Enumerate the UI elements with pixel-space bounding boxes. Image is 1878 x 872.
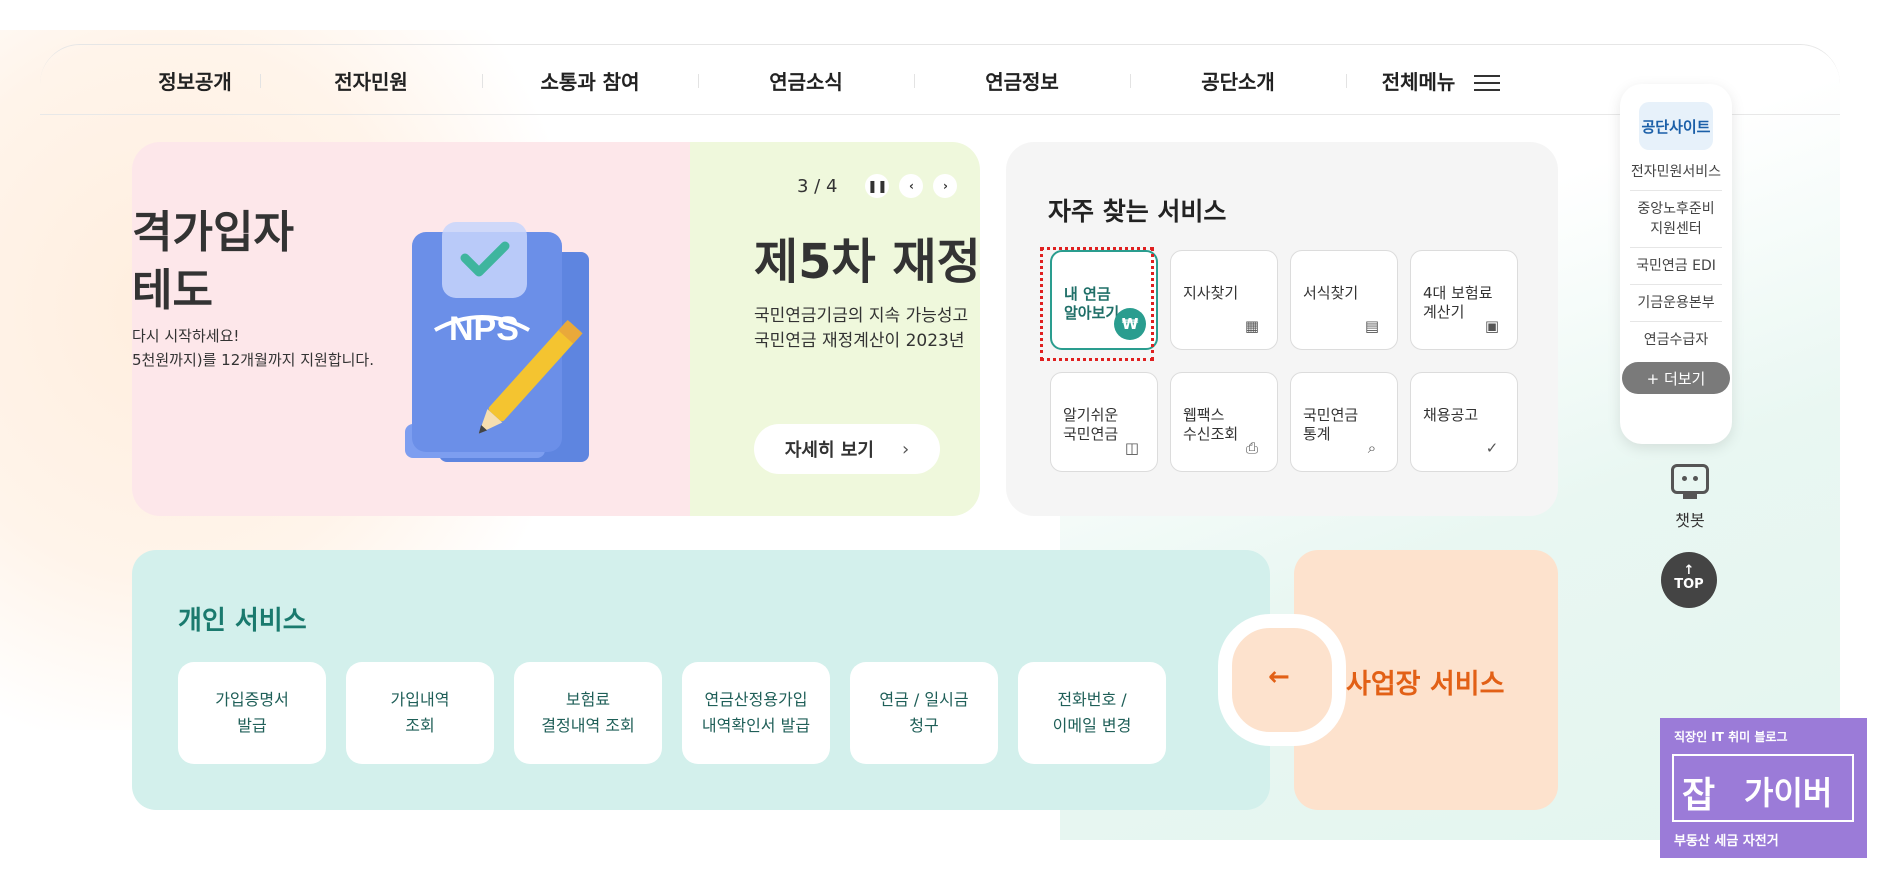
fav-card-label: 국민연금 통계 <box>1303 406 1359 443</box>
fav-card-recruitment[interactable]: 채용공고 ✓ <box>1410 372 1518 472</box>
slide-current-description: 국민연금기금의 지속 가능성고 국민연금 재정계산이 2023년 <box>754 306 969 351</box>
person-check-icon: ✓ <box>1485 438 1499 457</box>
quick-item-pensioner[interactable]: 연금수급자 <box>1630 322 1722 358</box>
prev-icon[interactable]: ‹ <box>899 174 924 198</box>
personal-service-history[interactable]: 가입내역 조회 <box>346 662 494 764</box>
view-details-label: 자세히 보기 <box>784 440 874 461</box>
personal-services-list: 가입증명서 발급 가입내역 조회 보험료 결정내역 조회 연금산정용가입 내역확… <box>178 662 1166 764</box>
blog-watermark-logo: 직장인 IT 취미 블로그 잡 가이버 부동산 세금 자전거 <box>1660 718 1867 858</box>
clipboard-icon: ▤ <box>1364 316 1380 335</box>
fav-card-insurance-calculator[interactable]: 4대 보험료 계산기 ▣ <box>1410 250 1518 350</box>
personal-service-certificate[interactable]: 가입증명서 발급 <box>178 662 326 764</box>
hamburger-icon <box>1474 73 1501 93</box>
chatbot-icon <box>1671 464 1709 494</box>
fav-card-find-forms[interactable]: 서식찾기 ▤ <box>1290 250 1398 350</box>
chatbot-label: 챗봇 <box>1675 511 1705 530</box>
watermark-box: 잡 가이버 <box>1672 754 1854 822</box>
quick-more-button[interactable]: + 더보기 <box>1622 362 1730 394</box>
next-icon[interactable]: › <box>933 174 958 198</box>
all-menu-label: 전체메뉴 <box>1381 69 1456 94</box>
chatbot-button[interactable]: 챗봇 <box>1650 464 1730 531</box>
document-icon: ◫ <box>1124 438 1140 457</box>
gnb-divider <box>40 114 1840 115</box>
slide-title: 격가입자 테도 <box>132 207 294 316</box>
slide-description: 다시 시작하세요! 5천원까지)를 12개월까지 지원합니다. <box>132 327 374 369</box>
quick-item-e-civil[interactable]: 전자민원서비스 <box>1630 154 1722 191</box>
personal-service-claim[interactable]: 연금 / 일시금 청구 <box>850 662 998 764</box>
chatbot-icon-stem <box>1683 494 1697 499</box>
pause-icon[interactable]: ❚❚ <box>865 174 890 198</box>
watermark-name: 가이버 <box>1744 774 1833 812</box>
quick-side-menu: 공단사이트 전자민원서비스 중앙노후준비 지원센터 국민연금 EDI 기금운용본… <box>1620 84 1732 444</box>
gnb-item-pension-info[interactable]: 연금정보 <box>914 66 1130 95</box>
personal-services-title: 개인 서비스 <box>178 606 307 636</box>
fav-card-webfax[interactable]: 웹팩스 수신조회 ⎙ <box>1170 372 1278 472</box>
gnb-item-info-disclosure[interactable]: 정보공개 <box>130 66 260 95</box>
favorite-services-title: 자주 찾는 서비스 <box>1048 197 1227 226</box>
personal-service-contact-change[interactable]: 전화번호 / 이메일 변경 <box>1018 662 1166 764</box>
fav-card-label: 웹팩스 수신조회 <box>1183 406 1239 443</box>
building-icon: ▦ <box>1244 316 1260 335</box>
nps-document-illustration: NPS <box>405 222 589 462</box>
gnb-item-communication[interactable]: 소통과 참여 <box>482 66 698 95</box>
scroll-top-label: TOP <box>1674 577 1704 592</box>
arrow-up-icon: ↑ <box>1683 563 1695 578</box>
view-details-button[interactable]: 자세히 보기 › <box>754 424 940 474</box>
fav-card-find-branch[interactable]: 지사찾기 ▦ <box>1170 250 1278 350</box>
arrow-left-icon: ← <box>1268 662 1290 692</box>
slide-current-title: 제5차 재정 <box>754 234 978 290</box>
fav-card-easy-pension[interactable]: 알기쉬운 국민연금 ◫ <box>1050 372 1158 472</box>
watermark-subtitle: 부동산 세금 자전거 <box>1674 834 1779 849</box>
personal-services-panel: 개인 서비스 가입증명서 발급 가입내역 조회 보험료 결정내역 조회 연금산정… <box>132 550 1270 810</box>
chevron-right-icon: › <box>901 438 910 460</box>
fav-card-statistics[interactable]: 국민연금 통계 ⌕ <box>1290 372 1398 472</box>
watermark-tagline: 직장인 IT 취미 블로그 <box>1674 730 1788 744</box>
fav-card-label: 알기쉬운 국민연금 <box>1063 406 1119 443</box>
quick-item-fund-management[interactable]: 기금운용본부 <box>1630 285 1722 322</box>
fav-card-label: 서식찾기 <box>1303 284 1359 302</box>
all-menu-button[interactable]: 전체메뉴 <box>1346 66 1536 95</box>
global-navigation: 정보공개 전자민원 소통과 참여 연금소식 연금정보 공단소개 전체메뉴 <box>130 58 1536 102</box>
quick-item-retirement-center[interactable]: 중앙노후준비 지원센터 <box>1630 191 1722 248</box>
scroll-top-button[interactable]: ↑ TOP <box>1661 552 1717 608</box>
personal-service-premium[interactable]: 보험료 결정내역 조회 <box>514 662 662 764</box>
fav-card-label: 채용공고 <box>1423 406 1479 424</box>
pager-count: 3 / 4 <box>797 175 838 197</box>
calculator-icon: ▣ <box>1484 316 1500 335</box>
fav-card-label: 지사찾기 <box>1183 284 1239 302</box>
quick-item-edi[interactable]: 국민연금 EDI <box>1630 248 1722 285</box>
gnb-item-pension-news[interactable]: 연금소식 <box>698 66 914 95</box>
gnb-item-e-civil[interactable]: 전자민원 <box>260 66 482 95</box>
banner-pager: 3 / 4 ❚❚ ‹ › <box>797 174 958 198</box>
gnb-item-about[interactable]: 공단소개 <box>1130 66 1346 95</box>
document-search-icon: ⌕ <box>1367 438 1377 457</box>
business-services-title[interactable]: 사업장 서비스 <box>1346 662 1504 701</box>
personal-service-confirmation[interactable]: 연금산정용가입 내역확인서 발급 <box>682 662 830 764</box>
banner-slide-previous[interactable]: 격가입자 테도 다시 시작하세요! 5천원까지)를 12개월까지 지원합니다. … <box>132 142 690 516</box>
watermark-big-letter: 잡 <box>1682 775 1716 816</box>
printer-icon: ⎙ <box>1245 438 1258 457</box>
quick-menu-heading[interactable]: 공단사이트 <box>1639 102 1713 150</box>
highlight-annotation <box>1040 247 1154 361</box>
